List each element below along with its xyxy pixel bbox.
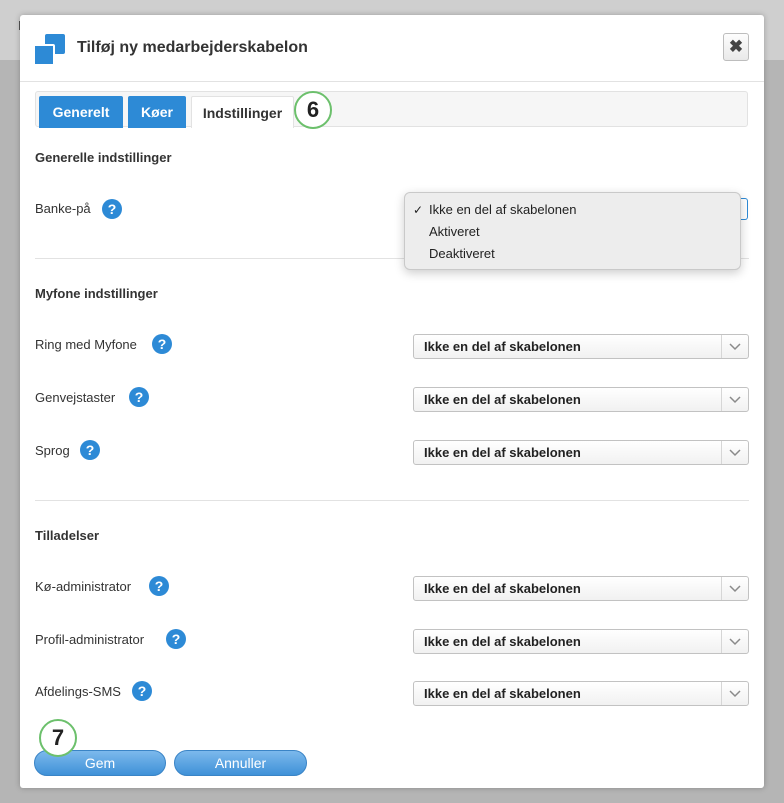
cancel-button[interactable]: Annuller bbox=[174, 750, 307, 776]
help-icon[interactable]: ? bbox=[80, 440, 100, 460]
checkmark-icon: ✓ bbox=[413, 203, 424, 217]
help-icon[interactable]: ? bbox=[149, 576, 169, 596]
select-value: Ikke en del af skabelonen bbox=[424, 581, 581, 596]
label-afdelings-sms: Afdelings-SMS bbox=[35, 684, 121, 699]
section-title-permissions: Tilladelser bbox=[35, 528, 100, 543]
chevron-down-icon bbox=[721, 335, 748, 358]
select-value: Ikke en del af skabelonen bbox=[424, 445, 581, 460]
close-icon: ✖ bbox=[728, 37, 744, 56]
label-banke-paa: Banke-på bbox=[35, 201, 91, 216]
afdelings-sms-select[interactable]: Ikke en del af skabelonen bbox=[413, 681, 749, 706]
label-koe-administrator: Kø-administrator bbox=[35, 579, 132, 594]
sprog-select[interactable]: Ikke en del af skabelonen bbox=[413, 440, 749, 465]
help-icon[interactable]: ? bbox=[152, 334, 172, 354]
genvejstaster-select[interactable]: Ikke en del af skabelonen bbox=[413, 387, 749, 412]
select-value: Ikke en del af skabelonen bbox=[424, 392, 581, 407]
close-button[interactable]: ✖ bbox=[723, 33, 749, 61]
help-icon[interactable]: ? bbox=[166, 629, 186, 649]
chevron-down-icon bbox=[721, 577, 748, 600]
help-icon[interactable]: ? bbox=[132, 681, 152, 701]
dialog-title: Tilføj ny medarbejderskabelon bbox=[77, 39, 308, 56]
select-value: Ikke en del af skabelonen bbox=[424, 686, 581, 701]
select-value: Ikke en del af skabelonen bbox=[424, 339, 581, 354]
banke-paa-dropdown-menu: ✓ Ikke en del af skabelonen Aktiveret De… bbox=[404, 192, 741, 270]
template-dialog: Tilføj ny medarbejderskabelon ✖ Generelt… bbox=[20, 15, 764, 788]
ring-med-myfone-select[interactable]: Ikke en del af skabelonen bbox=[413, 334, 749, 359]
section-title-myfone: Myfone indstillinger bbox=[35, 286, 158, 301]
dropdown-option[interactable]: Aktiveret bbox=[429, 224, 480, 239]
label-ring-med-myfone: Ring med Myfone bbox=[35, 337, 137, 352]
dialog-header: Tilføj ny medarbejderskabelon ✖ bbox=[20, 15, 764, 82]
chevron-down-icon bbox=[721, 630, 748, 653]
step-marker-7: 7 bbox=[39, 719, 77, 757]
section-title-general: Generelle indstillinger bbox=[35, 150, 172, 165]
tab-indstillinger[interactable]: Indstillinger bbox=[191, 96, 294, 128]
select-value: Ikke en del af skabelonen bbox=[424, 634, 581, 649]
dropdown-option[interactable]: Ikke en del af skabelonen bbox=[429, 202, 576, 217]
profil-administrator-select[interactable]: Ikke en del af skabelonen bbox=[413, 629, 749, 654]
chevron-down-icon bbox=[721, 441, 748, 464]
help-icon[interactable]: ? bbox=[129, 387, 149, 407]
app-logo-icon bbox=[33, 34, 67, 66]
koe-administrator-select[interactable]: Ikke en del af skabelonen bbox=[413, 576, 749, 601]
chevron-down-icon bbox=[721, 388, 748, 411]
chevron-down-icon bbox=[721, 682, 748, 705]
label-profil-administrator: Profil-administrator bbox=[35, 632, 145, 647]
step-marker-6: 6 bbox=[294, 91, 332, 129]
tab-generelt[interactable]: Generelt bbox=[39, 96, 123, 128]
label-genvejstaster: Genvejstaster bbox=[35, 390, 116, 405]
tab-koer[interactable]: Køer bbox=[128, 96, 186, 128]
tab-bar: Generelt Køer Indstillinger bbox=[35, 91, 748, 128]
label-sprog: Sprog bbox=[35, 443, 70, 458]
dropdown-option[interactable]: Deaktiveret bbox=[429, 246, 495, 261]
help-icon[interactable]: ? bbox=[102, 199, 122, 219]
divider bbox=[35, 500, 749, 501]
